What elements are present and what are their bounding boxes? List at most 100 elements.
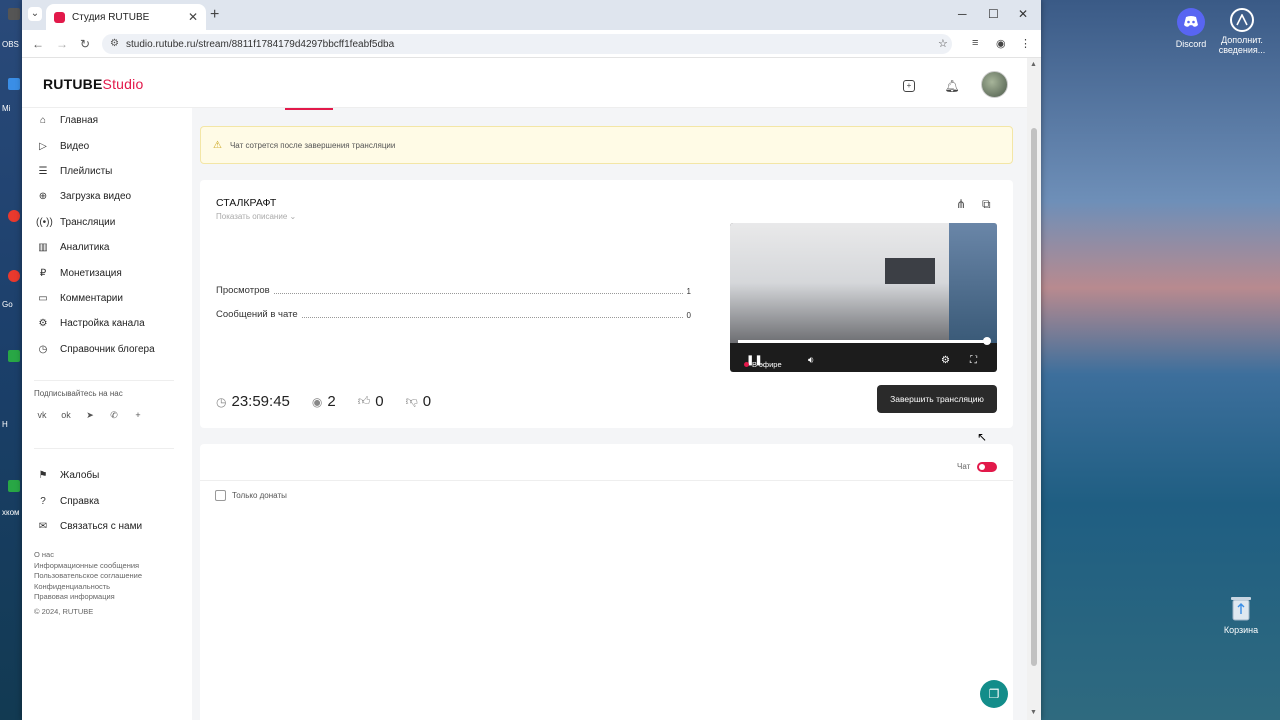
upload-button[interactable]: + [896, 73, 922, 99]
sidebar-item-blogger-guide[interactable]: ◷ Справочник блогера [22, 337, 192, 362]
stream-title: СТАЛКРАФТ [216, 197, 277, 209]
tab-search-icon[interactable]: ⌄ [28, 7, 42, 21]
follow-us-label: Подписывайтесь на нас [34, 389, 123, 398]
vk-icon[interactable]: vk [35, 410, 49, 420]
footer-link[interactable]: Конфиденциальность [34, 582, 142, 593]
chat-bubble-icon: ❐ [988, 687, 1000, 701]
update-info-desktop-shortcut[interactable]: Дополнит. сведения... [1216, 8, 1268, 55]
edge-desktop-icon[interactable] [8, 78, 20, 90]
sidebar-item-label: Справочник блогера [60, 343, 155, 355]
progress-bar[interactable] [738, 340, 990, 343]
close-window-icon[interactable]: ✕ [1018, 7, 1028, 21]
stream-preview-player[interactable]: ❚❚ 🔉︎ ⚙ ⛶ В эфире [730, 223, 997, 372]
chat-label: Чат [957, 462, 971, 471]
sidebar-item-contact[interactable]: ✉ Связаться с нами [22, 514, 192, 539]
live-badge: В эфире [744, 360, 782, 369]
sidebar-item-channel-settings[interactable]: ⚙ Настройка канала [22, 311, 192, 336]
url-text: studio.rutube.ru/stream/8811f1784179d429… [126, 38, 395, 50]
forward-icon[interactable]: → [56, 37, 68, 51]
new-tab-icon[interactable]: + [210, 6, 219, 24]
recycle-bin-icon [1229, 594, 1253, 622]
telegram-icon[interactable]: ➤ [83, 410, 97, 421]
dislikes-metric: 👎︎ 0 [406, 393, 432, 410]
sidebar-item-playlists[interactable]: ☰ Плейлисты [22, 159, 192, 184]
open-external-icon[interactable]: ⧉ [982, 197, 991, 212]
fullscreen-icon[interactable]: ⛶ [970, 355, 977, 366]
page-scrollbar[interactable]: ▲ ▼ [1027, 58, 1041, 720]
scroll-up-icon[interactable]: ▲ [1030, 61, 1037, 68]
footer-link[interactable]: О нас [34, 550, 142, 561]
notifications-button[interactable]: 🔔︎ [939, 73, 965, 99]
stat-views: Просмотров 1 [216, 284, 691, 296]
stat-dots [301, 317, 683, 318]
sidebar-item-label: Загрузка видео [60, 191, 132, 203]
stat-chat-messages: Сообщений в чате 0 [216, 308, 691, 320]
chrome-desktop-icon[interactable] [8, 210, 20, 222]
mouse-cursor-icon: ↖ [977, 430, 988, 444]
reload-icon[interactable]: ↻ [80, 37, 90, 51]
close-tab-icon[interactable]: ✕ [188, 10, 198, 24]
thumbs-down-icon: 👎︎ [405, 394, 418, 408]
sidebar-item-help[interactable]: ? Справка [22, 488, 192, 513]
likes-metric: 👍︎ 0 [358, 393, 384, 410]
viber-icon[interactable]: ✆ [107, 410, 121, 421]
menu-kebab-icon[interactable]: ⋮ [1020, 37, 1031, 50]
scrollbar-thumb[interactable] [1031, 128, 1037, 666]
sidebar-item-video[interactable]: ▷ Видео [22, 133, 192, 158]
only-donations-checkbox[interactable] [215, 490, 226, 501]
recycle-bin-desktop-shortcut[interactable]: Корзина [1216, 594, 1266, 635]
gear-icon: ⚙ [38, 318, 48, 330]
chat-card: Чат Только донаты [200, 444, 1013, 720]
preview-button-area [885, 258, 935, 284]
profile-icon[interactable]: ◉ [996, 37, 1006, 50]
support-chat-button[interactable]: ❐ [980, 680, 1008, 708]
rutube-studio-logo[interactable]: RUTUBEStudio [43, 76, 143, 92]
scroll-down-icon[interactable]: ▼ [1030, 709, 1037, 716]
sidebar-item-streams[interactable]: ((•)) Трансляции [22, 210, 192, 235]
share-icon[interactable]: ⋔ [956, 197, 966, 211]
app-desktop-icon[interactable] [8, 480, 20, 492]
settings-icon[interactable]: ⚙ [941, 355, 950, 366]
chrome-desktop-icon[interactable] [8, 270, 20, 282]
volume-icon[interactable]: 🔉︎ [808, 355, 814, 366]
sidebar-item-analytics[interactable]: ▥ Аналитика [22, 235, 192, 260]
ok-icon[interactable]: ok [59, 410, 73, 420]
show-description-link[interactable]: Показать описание ⌄ [216, 212, 296, 221]
end-stream-button[interactable]: Завершить трансляцию [877, 385, 997, 413]
sidebar: ⌂ Главная ▷ Видео ☰ Плейлисты ⊕ Загрузка вид… [22, 108, 192, 720]
sidebar-item-comments[interactable]: ▭ Комментарии [22, 286, 192, 311]
clock-icon: ◷ [216, 394, 227, 409]
footer-link[interactable]: Информационные сообщения [34, 561, 142, 572]
footer-link[interactable]: Правовая информация [34, 592, 142, 603]
minimize-icon[interactable]: ─ [958, 7, 967, 21]
footer-link[interactable]: Пользовательское соглашение [34, 571, 142, 582]
url-input[interactable]: ⚙ studio.rutube.ru/stream/8811f1784179d4… [102, 34, 952, 54]
list-icon: ☰ [38, 165, 48, 177]
maximize-icon[interactable]: ☐ [988, 7, 999, 21]
back-icon[interactable]: ← [32, 37, 44, 51]
progress-knob[interactable] [983, 337, 991, 345]
sidebar-item-label: Справка [60, 495, 100, 507]
stat-dots [273, 293, 683, 294]
sidebar-item-home[interactable]: ⌂ Главная [22, 108, 192, 133]
sidebar-item-complaints[interactable]: ⚑ Жалобы [22, 463, 192, 488]
app-desktop-icon[interactable] [8, 350, 20, 362]
sidebar-item-label: Монетизация [60, 267, 122, 279]
broadcast-icon: ((•)) [36, 216, 53, 228]
sidebar-item-monetization[interactable]: ₽ Монетизация [22, 260, 192, 285]
desktop-label: хком [2, 508, 20, 517]
more-icon[interactable]: + [131, 410, 145, 420]
obs-desktop-icon[interactable] [8, 8, 20, 20]
bookmark-star-icon[interactable]: ☆ [938, 37, 948, 50]
only-donations-filter[interactable]: Только донаты [215, 490, 287, 501]
sidebar-item-label: Связаться с нами [60, 520, 143, 532]
extensions-icon[interactable]: ≡ [972, 37, 978, 49]
chat-toggle[interactable] [977, 462, 997, 472]
main-content: ⚠ Чат сотрется после завершения трансляц… [200, 108, 1013, 720]
desktop-left-strip: OBS Mi Go H хком [0, 0, 22, 720]
sidebar-item-upload[interactable]: ⊕ Загрузка видео [22, 184, 192, 209]
discord-desktop-shortcut[interactable]: Discord [1166, 8, 1216, 49]
avatar[interactable] [981, 71, 1008, 98]
browser-tab[interactable]: Студия RUTUBE ✕ [46, 4, 206, 30]
site-info-icon[interactable]: ⚙ [110, 38, 119, 49]
